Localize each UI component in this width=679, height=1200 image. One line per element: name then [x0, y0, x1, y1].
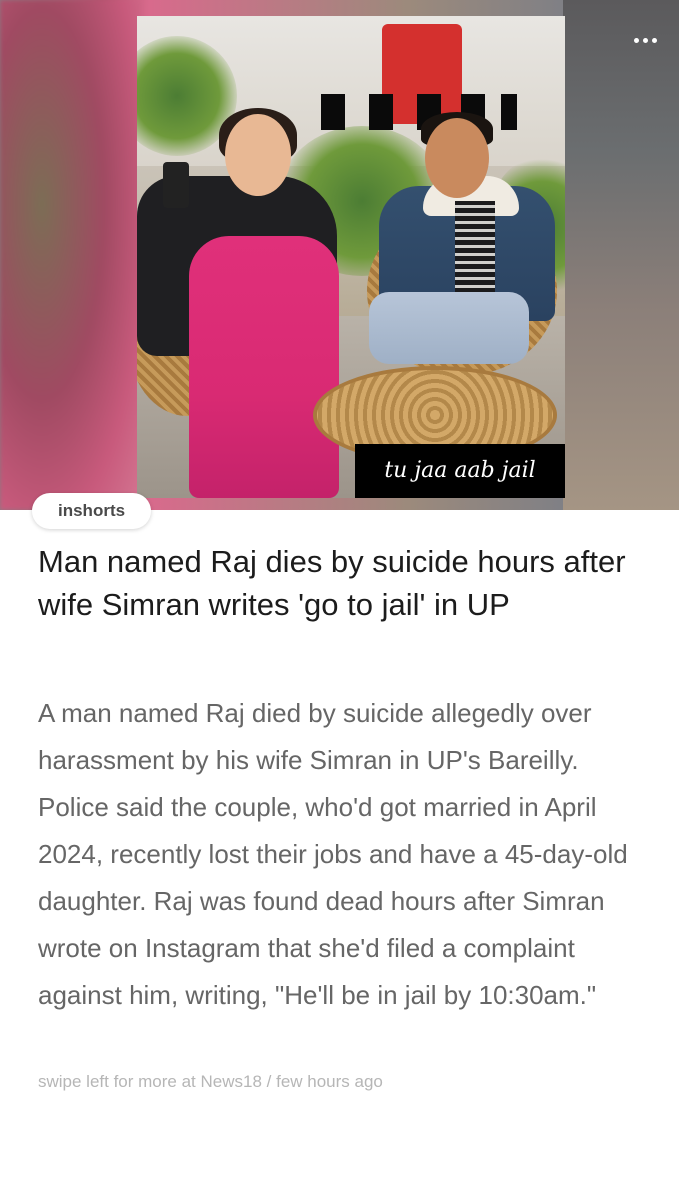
censor-bar	[501, 94, 517, 130]
more-options-icon[interactable]	[625, 28, 665, 52]
censor-bar	[321, 94, 345, 130]
censor-bar	[369, 94, 393, 130]
source-link[interactable]: swipe left for more at News18 / few hour…	[38, 1072, 383, 1092]
phone-icon	[163, 162, 189, 208]
hero-blurred-backdrop-right	[563, 0, 679, 510]
article-headline: Man named Raj dies by suicide hours afte…	[38, 544, 626, 622]
image-caption-overlay: tu jaa aab jail	[355, 444, 565, 498]
brand-badge[interactable]: inshorts	[32, 493, 152, 529]
article-summary: A man named Raj died by suicide allegedl…	[38, 698, 628, 1010]
hero-blurred-backdrop-left	[0, 0, 140, 510]
hero-image-area: tu jaa aab jail	[0, 0, 679, 510]
news-photo: tu jaa aab jail	[137, 16, 565, 498]
